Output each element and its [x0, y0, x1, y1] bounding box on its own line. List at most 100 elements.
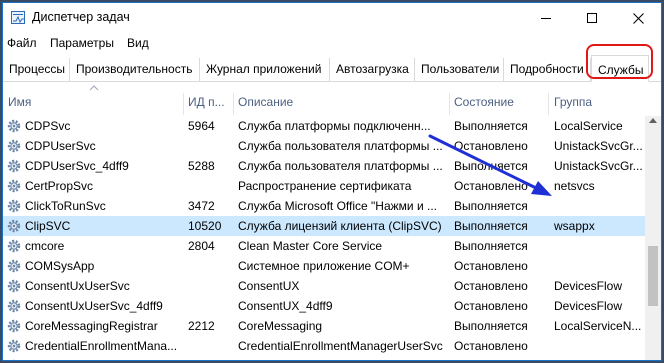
service-description: Служба пользователя платформы ... — [238, 139, 443, 153]
tab-processes[interactable]: Процессы — [3, 58, 70, 81]
service-gear-icon — [7, 219, 21, 233]
column-header-status[interactable]: Состояние — [454, 95, 514, 109]
service-description: Распространение сертификата — [238, 179, 412, 193]
service-name: cmcore — [25, 239, 65, 253]
table-row[interactable]: ConsentUxUserSvc ConsentUX Остановлено Devi… — [3, 276, 645, 296]
table-row[interactable]: cmcore 2804 Clean Master Core Service Выпол… — [3, 236, 645, 256]
table-row[interactable]: CredentialEnrollmentMana... CredentialEnr… — [3, 356, 645, 360]
table-row[interactable]: CDPUserSvc_4dff9 5288 Служба пользователя … — [3, 156, 645, 176]
service-description: CredentialEnrollmentManagerUserSvc — [238, 339, 443, 353]
services-table: Имя ИД п... Описание Состояние Группа CD… — [3, 83, 661, 360]
menu-options[interactable]: Параметры — [50, 36, 114, 50]
table-row[interactable]: CDPSvc 5964 Служба платформы подключенн...… — [3, 116, 645, 136]
service-description: Clean Master Core Service — [238, 239, 383, 253]
service-gear-icon — [7, 279, 21, 293]
service-name: CoreMessagingRegistrar — [25, 319, 158, 333]
service-status: Остановлено — [454, 279, 528, 293]
tab-performance[interactable]: Производительность — [70, 58, 200, 81]
service-gear-icon — [7, 339, 21, 353]
column-header-pid[interactable]: ИД п... — [188, 95, 225, 109]
service-name: ClickToRunSvc — [25, 199, 106, 213]
menu-view[interactable]: Вид — [127, 36, 149, 50]
service-gear-icon — [7, 239, 21, 253]
scrollbar-thumb[interactable] — [648, 246, 658, 306]
table-row[interactable]: ClickToRunSvc 3472 Служба Microsoft Office… — [3, 196, 645, 216]
service-status: Остановлено — [454, 139, 528, 153]
service-name: ConsentUxUserSvc_4dff9 — [25, 299, 163, 313]
service-gear-icon — [7, 199, 21, 213]
service-status: Остановлено — [454, 359, 546, 360]
table-row[interactable]: CoreMessagingRegistrar 2212 CoreMessaging В… — [3, 316, 645, 336]
service-name: CDPUserSvc_4dff9 — [25, 159, 129, 173]
column-header-name[interactable]: Имя — [8, 95, 31, 109]
menu-file[interactable]: Файл — [7, 36, 37, 50]
service-description: ConsentUX — [238, 279, 300, 293]
column-header-description[interactable]: Описание — [238, 95, 293, 109]
service-pid: 2212 — [188, 319, 215, 333]
service-gear-icon — [7, 159, 21, 173]
table-row[interactable]: CertPropSvc Распространение сертификата Ос… — [3, 176, 645, 196]
service-group: UnistackSvcGr... — [554, 159, 642, 173]
window-title: Диспетчер задач — [32, 10, 130, 24]
service-name: CertPropSvc — [25, 179, 94, 193]
menu-bar: Файл Параметры Вид — [3, 33, 661, 55]
service-status: Выполняется — [454, 119, 528, 133]
service-description: Системное приложение COM+ — [238, 259, 410, 273]
service-status: Выполняется — [454, 319, 528, 333]
service-status: Остановлено — [454, 339, 528, 353]
service-group: DevicesFlow — [554, 299, 623, 313]
service-group: DevicesFlow — [554, 279, 623, 293]
column-divider[interactable] — [548, 93, 549, 115]
minimize-icon — [541, 17, 551, 19]
minimize-button[interactable] — [523, 3, 569, 33]
service-description: CredentialEnrollmentManagerUserSvc_... — [238, 359, 446, 360]
service-gear-icon — [7, 319, 21, 333]
service-status: Выполняется — [454, 159, 528, 173]
service-gear-icon — [7, 139, 21, 153]
tab-app-history[interactable]: Журнал приложений — [200, 58, 330, 81]
tab-startup[interactable]: Автозагрузка — [330, 58, 415, 81]
service-gear-icon — [7, 119, 21, 133]
table-row[interactable]: CredentialEnrollmentMana... CredentialEnr… — [3, 336, 645, 356]
column-divider[interactable] — [449, 93, 450, 115]
service-group: netsvcs — [554, 179, 595, 193]
service-pid: 5288 — [188, 159, 215, 173]
service-pid: 5964 — [188, 119, 215, 133]
title-bar[interactable]: Диспетчер задач — [3, 3, 661, 33]
column-header-group[interactable]: Группа — [554, 95, 592, 109]
sort-ascending-icon — [89, 85, 99, 91]
maximize-button[interactable] — [569, 3, 615, 33]
service-gear-icon — [7, 359, 21, 360]
service-name: ConsentUxUserSvc — [25, 279, 130, 293]
close-button[interactable] — [615, 3, 661, 33]
service-status: Выполняется — [454, 199, 528, 213]
service-pid: 3472 — [188, 199, 215, 213]
close-icon — [632, 12, 644, 24]
column-divider[interactable] — [233, 93, 234, 115]
service-gear-icon — [7, 259, 21, 273]
vertical-scrollbar[interactable] — [645, 116, 661, 360]
table-row[interactable]: CDPUserSvc Служба пользователя платформы … — [3, 136, 645, 156]
task-manager-window: Диспетчер задач Файл Параметры Вид Проце… — [2, 2, 662, 361]
service-description: ConsentUX_4dff9 — [238, 299, 333, 313]
tab-details[interactable]: Подробности — [504, 58, 591, 81]
task-manager-icon — [11, 11, 25, 24]
service-description: CoreMessaging — [238, 319, 323, 333]
scroll-up-icon[interactable] — [649, 118, 657, 123]
service-name: ClipSVC — [25, 219, 71, 233]
table-row[interactable]: ClipSVC 10520 Служба лицензий клиента (Cli… — [3, 216, 645, 236]
service-group: LocalServiceN... — [554, 319, 642, 333]
tab-services[interactable]: Службы — [591, 55, 649, 82]
service-name: CDPSvc — [25, 119, 71, 133]
service-pid: 10520 — [188, 219, 222, 233]
table-row[interactable]: COMSysApp Системное приложение COM+ Остано… — [3, 256, 645, 276]
service-status: Остановлено — [454, 179, 528, 193]
tab-users[interactable]: Пользователи — [415, 58, 504, 81]
service-name: CDPUserSvc — [25, 139, 96, 153]
tab-strip: Процессы Производительность Журнал прило… — [3, 55, 661, 82]
service-pid: 2804 — [188, 239, 215, 253]
service-gear-icon — [7, 179, 21, 193]
column-divider[interactable] — [183, 93, 184, 115]
table-row[interactable]: ConsentUxUserSvc_4dff9 ConsentUX_4dff9 Ост… — [3, 296, 645, 316]
service-status: Остановлено — [454, 259, 528, 273]
